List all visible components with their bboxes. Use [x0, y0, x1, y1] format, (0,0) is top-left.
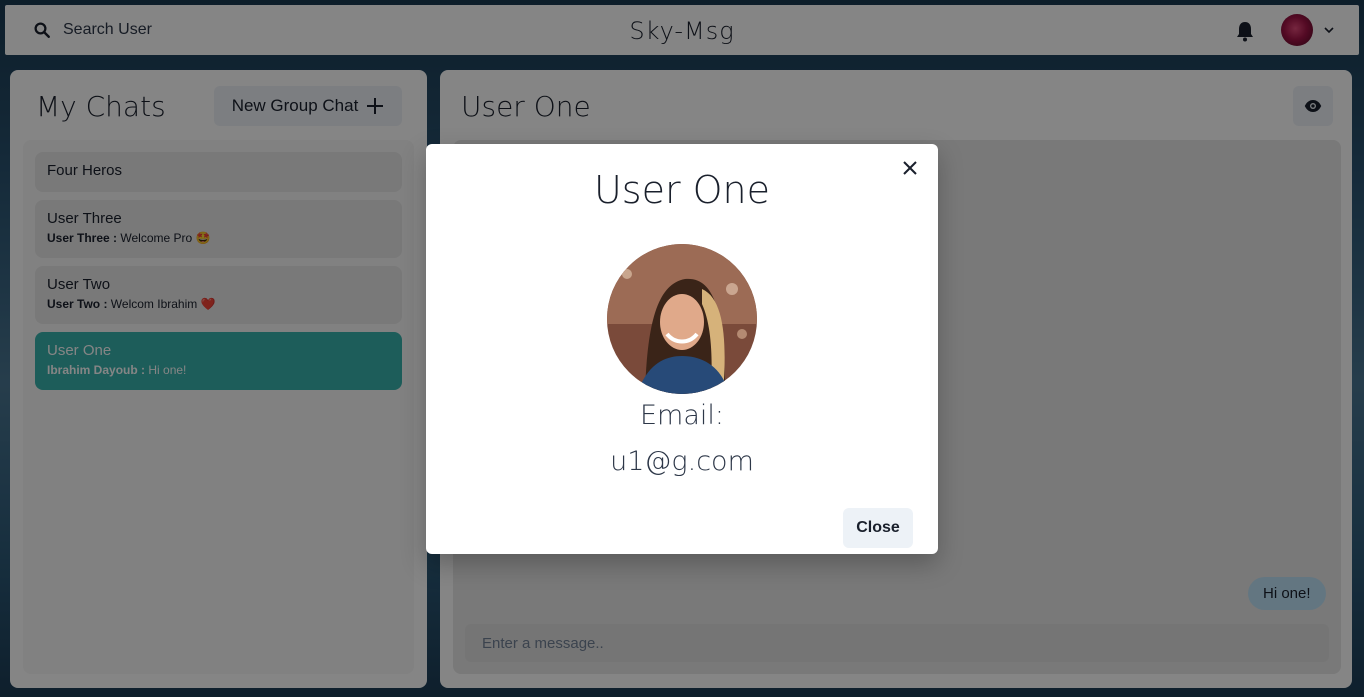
email-label: Email:: [639, 400, 724, 431]
user-profile-modal: User One Email: u1@g.com Close: [426, 144, 938, 554]
close-button[interactable]: Close: [843, 508, 913, 548]
profile-avatar: [607, 244, 757, 394]
email-value: u1@g.com: [610, 446, 754, 477]
modal-title: User One: [593, 168, 771, 212]
